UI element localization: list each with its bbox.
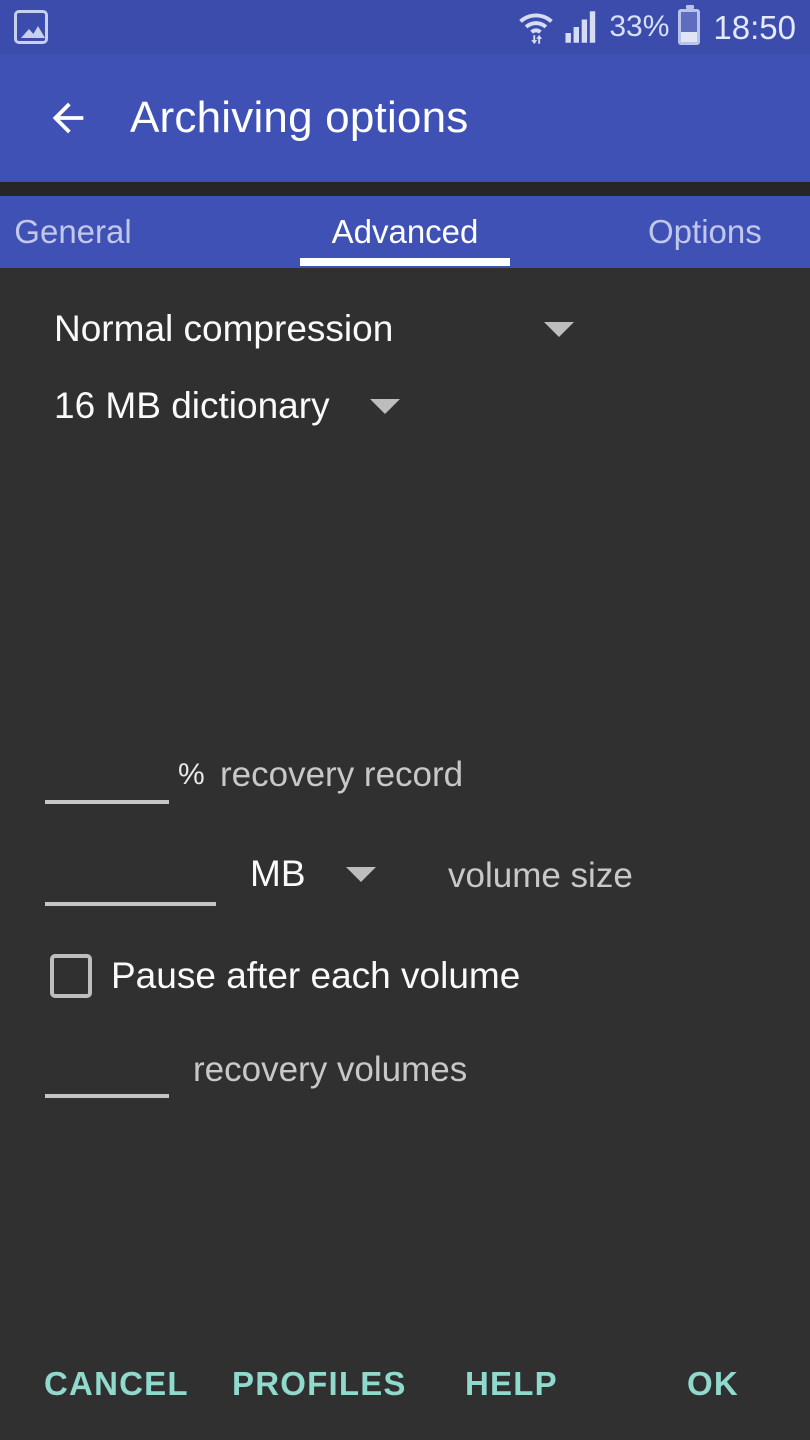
recovery-record-input[interactable] xyxy=(45,758,169,804)
cellular-signal-icon xyxy=(565,11,596,43)
recovery-volumes-input[interactable] xyxy=(45,1052,169,1098)
volume-size-unit-value: MB xyxy=(250,853,306,894)
recovery-record-unit-label: % xyxy=(178,758,205,791)
chevron-down-icon xyxy=(544,321,574,337)
status-bar: 33% 18:50 xyxy=(0,0,810,54)
page-title: Archiving options xyxy=(130,93,469,142)
arrow-back-icon xyxy=(52,102,84,134)
status-bar-right: 33% 18:50 xyxy=(517,5,796,46)
dialog-button-bar: CANCEL PROFILES HELP OK xyxy=(0,1328,810,1440)
battery-icon xyxy=(678,5,701,45)
tab-selection-indicator xyxy=(300,258,510,266)
wifi-icon xyxy=(519,13,554,45)
chevron-down-icon xyxy=(345,866,376,882)
chevron-down-icon xyxy=(369,398,400,414)
pause-after-each-volume-checkbox[interactable] xyxy=(50,954,92,998)
volume-size-caption: volume size xyxy=(448,856,633,895)
compression-level-spinner[interactable]: Normal compression xyxy=(54,308,574,350)
cancel-button[interactable]: CANCEL xyxy=(44,1328,189,1440)
volume-size-input[interactable] xyxy=(45,860,216,906)
app-bar: Archiving options xyxy=(0,54,810,182)
dictionary-size-value: 16 MB dictionary xyxy=(54,385,330,426)
status-bar-left xyxy=(14,10,48,44)
battery-fill xyxy=(681,32,698,42)
dictionary-size-spinner[interactable]: 16 MB dictionary xyxy=(54,385,400,427)
back-button[interactable] xyxy=(20,70,116,166)
appbar-divider xyxy=(0,182,810,196)
advanced-options-panel: Normal compression 16 MB dictionary % re… xyxy=(0,268,810,1328)
volume-size-unit-spinner[interactable]: MB xyxy=(250,853,376,895)
pause-after-each-volume-row[interactable]: Pause after each volume xyxy=(50,954,520,998)
tab-general[interactable]: General xyxy=(0,196,188,268)
tab-options[interactable]: Options xyxy=(648,196,810,268)
recovery-volumes-caption: recovery volumes xyxy=(193,1050,468,1089)
battery-percent-label: 33% xyxy=(609,10,670,43)
clock-label: 18:50 xyxy=(713,8,796,46)
profiles-button[interactable]: PROFILES xyxy=(232,1328,407,1440)
help-button[interactable]: HELP xyxy=(465,1328,558,1440)
recovery-record-caption: recovery record xyxy=(220,755,464,794)
photo-notification-icon xyxy=(14,10,48,44)
pause-after-each-volume-label: Pause after each volume xyxy=(111,955,521,996)
ok-button[interactable]: OK xyxy=(687,1328,739,1440)
android-screen: 33% 18:50 Archiving options General Adva… xyxy=(0,0,810,1440)
compression-level-value: Normal compression xyxy=(54,308,394,349)
